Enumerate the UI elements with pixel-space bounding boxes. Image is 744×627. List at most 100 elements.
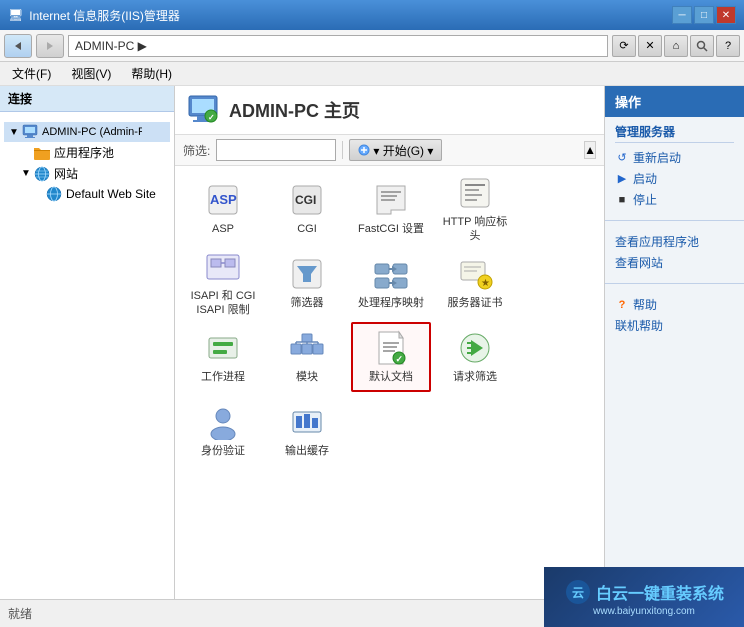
right-link-help[interactable]: ? 帮助: [615, 294, 734, 315]
auth-icon: [205, 404, 241, 440]
cert-icon: ★: [457, 256, 493, 292]
sites-view-label: 查看网站: [615, 254, 663, 271]
icon-auth[interactable]: 身份验证: [183, 396, 263, 466]
icon-handler[interactable]: 处理程序映射: [351, 248, 431, 318]
home-button[interactable]: ⌂: [664, 35, 688, 57]
filter-input[interactable]: [216, 139, 336, 161]
stop-label: 停止: [633, 191, 657, 208]
restart-label: 重新启动: [633, 149, 681, 166]
httpresponse-label: HTTP 响应标头: [440, 215, 510, 244]
group-by-button[interactable]: ▾ 开始(G) ▾: [349, 139, 442, 161]
right-link-restart[interactable]: ↺ 重新启动: [615, 147, 734, 168]
minimize-button[interactable]: ─: [672, 6, 692, 24]
menu-bar: 文件(F) 视图(V) 帮助(H): [0, 62, 744, 86]
compress-icon: [289, 404, 325, 440]
sidebar-item-sites[interactable]: ▼ 网站: [4, 163, 170, 184]
right-link-sites[interactable]: 查看网站: [615, 252, 734, 273]
sidebar-item-default-web-site[interactable]: Default Web Site: [4, 184, 170, 204]
icon-compress[interactable]: 输出缓存: [267, 396, 347, 466]
sidebar-item-sites-label: 网站: [54, 165, 78, 182]
tree-toggle-adminpc[interactable]: ▼: [8, 126, 20, 138]
menu-help[interactable]: 帮助(H): [127, 63, 176, 84]
asp-label: ASP: [212, 222, 234, 236]
icon-cert[interactable]: ★ 服务器证书: [435, 248, 515, 318]
panel-title: ADMIN-PC 主页: [229, 97, 360, 123]
icon-asp[interactable]: ASP ASP: [183, 174, 263, 244]
help-button[interactable]: ?: [716, 35, 740, 57]
right-link-stop[interactable]: ■ 停止: [615, 189, 734, 210]
right-panel: 操作 管理服务器 ↺ 重新启动 ▶ 启动 ■ 停止 查看应用程序池 查看网站: [604, 86, 744, 599]
panel-toolbar: 筛选: ▾ 开始(G) ▾ ▲: [175, 135, 604, 166]
forward-button[interactable]: [36, 34, 64, 58]
address-right-buttons: ⟳ ✕ ⌂ ?: [612, 35, 740, 57]
menu-view[interactable]: 视图(V): [67, 63, 115, 84]
app-icon: 🖥: [8, 8, 23, 22]
modules-label: 模块: [296, 370, 318, 384]
right-section-help: ? 帮助 联机帮助: [605, 288, 744, 342]
icon-filter[interactable]: 筛选器: [267, 248, 347, 318]
sidebar-item-apppool[interactable]: 应用程序池: [4, 142, 170, 163]
icon-modules[interactable]: 模块: [267, 322, 347, 392]
icon-worker[interactable]: 工作进程: [183, 322, 263, 392]
watermark: 云 白云一键重装系统 www.baiyunxitong.com: [544, 567, 744, 627]
icon-cgi[interactable]: CGI CGI: [267, 174, 347, 244]
defaultdoc-label: 默认文档: [369, 370, 413, 384]
sidebar-item-default-label: Default Web Site: [66, 187, 156, 201]
globe-icon-default: [46, 186, 62, 202]
status-text: 就绪: [8, 605, 32, 622]
sidebar-tree: ▼ ADMIN-PC (Admin-PC\Adminis: [0, 112, 174, 208]
icon-request[interactable]: 请求筛选: [435, 322, 515, 392]
tree-toggle-default[interactable]: [32, 188, 44, 200]
asp-icon: ASP: [205, 182, 241, 218]
icon-isapi[interactable]: ISAPI 和 CGI ISAPI 限制: [183, 248, 263, 318]
sidebar-item-adminpc-label: ADMIN-PC (Admin-PC\Adminis: [42, 126, 142, 138]
right-section-view: 查看应用程序池 查看网站: [605, 225, 744, 279]
svg-text:✓: ✓: [396, 354, 404, 364]
right-link-online-help[interactable]: 联机帮助: [615, 315, 734, 336]
right-link-start[interactable]: ▶ 启动: [615, 168, 734, 189]
panel-header: ✓ ADMIN-PC 主页: [175, 86, 604, 135]
icon-defaultdoc[interactable]: ✓ 默认文档: [351, 322, 431, 392]
help-circle-icon: ?: [615, 298, 629, 312]
right-section-manage-title: 管理服务器: [615, 123, 734, 143]
back-button[interactable]: [4, 34, 32, 58]
cgi-icon: CGI: [289, 182, 325, 218]
modules-icon: [289, 330, 325, 366]
filter-label: 筛选:: [183, 142, 210, 159]
right-divider-1: [605, 220, 744, 221]
fastcgi-label: FastCGI 设置: [358, 222, 424, 236]
globe-icon-sites: [34, 166, 50, 182]
filter-label-icon: 筛选器: [291, 296, 324, 310]
close-button[interactable]: ✕: [716, 6, 736, 24]
watermark-logo-icon: 云: [564, 578, 592, 606]
menu-file[interactable]: 文件(F): [8, 63, 55, 84]
main-content: 连接 ▼ ADMIN-PC (Admin-PC\Adminis: [0, 86, 744, 599]
status-bar: 就绪 功能视图 内容视图 云 白云一键重装系统 www.baiyunxitong…: [0, 599, 744, 627]
pc-icon: [22, 124, 38, 140]
icon-fastcgi[interactable]: FastCGI 设置: [351, 174, 431, 244]
auth-label: 身份验证: [201, 444, 245, 458]
tree-toggle-sites[interactable]: ▼: [20, 168, 32, 180]
refresh-button[interactable]: ⟳: [612, 35, 636, 57]
fastcgi-icon: [373, 182, 409, 218]
start-icon: ▶: [615, 172, 629, 186]
online-help-label: 联机帮助: [615, 317, 663, 334]
defaultdoc-icon: ✓: [373, 330, 409, 366]
tree-toggle-apppool[interactable]: [20, 147, 32, 159]
sidebar-item-adminpc[interactable]: ▼ ADMIN-PC (Admin-PC\Adminis: [4, 122, 170, 142]
stop-button[interactable]: ✕: [638, 35, 662, 57]
filter-icon: [289, 256, 325, 292]
watermark-text: 白云一键重装系统: [596, 580, 724, 604]
http-icon: [457, 175, 493, 211]
right-link-apppool[interactable]: 查看应用程序池: [615, 231, 734, 252]
restart-icon: ↺: [615, 151, 629, 165]
handler-label: 处理程序映射: [358, 296, 424, 310]
icon-httpresponse[interactable]: HTTP 响应标头: [435, 174, 515, 244]
request-icon: [457, 330, 493, 366]
worker-label: 工作进程: [201, 370, 245, 384]
window-controls: ─ □ ✕: [672, 6, 736, 24]
cert-label: 服务器证书: [448, 296, 503, 310]
search-button[interactable]: [690, 35, 714, 57]
panel-scroll-up[interactable]: ▲: [584, 141, 596, 159]
maximize-button[interactable]: □: [694, 6, 714, 24]
